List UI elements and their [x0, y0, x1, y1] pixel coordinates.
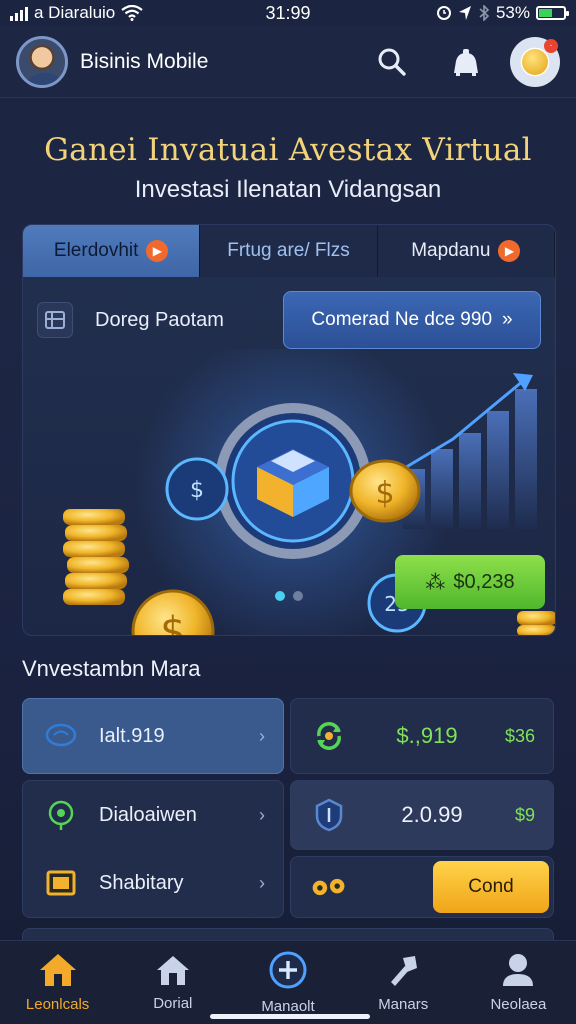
nav-label: Manaolt — [261, 998, 315, 1015]
stat-card[interactable]: 2.0.99 $9 — [290, 780, 554, 850]
chevron-right-icon: › — [259, 725, 265, 746]
alarm-icon — [436, 6, 451, 20]
coin-top-right: $ — [349, 459, 421, 523]
rewards-button[interactable]: · — [510, 36, 560, 87]
price-button[interactable]: ⁂ $0,238 — [395, 555, 545, 609]
cta-label: Comerad Ne dce 990 — [311, 309, 493, 330]
signal-icon — [10, 5, 28, 21]
refresh-icon — [309, 716, 349, 756]
section-title: Vnvestambn Mara — [22, 656, 201, 681]
tab-0[interactable]: Elerdovhit ▶ — [23, 225, 201, 277]
gears-icon — [309, 867, 349, 907]
nav-label: Manars — [378, 996, 429, 1013]
double-chevron-icon: » — [502, 309, 513, 330]
nav-label: Leonlcals — [25, 996, 90, 1013]
price-prefix: ⁂ — [425, 571, 446, 594]
arrow-right-icon: ▶ — [146, 240, 169, 262]
badge-coin-1: $ — [165, 457, 229, 521]
search-icon — [378, 48, 406, 76]
house-icon — [156, 956, 189, 985]
search-button[interactable] — [372, 42, 412, 82]
coin-stack-left — [63, 509, 129, 605]
list-item-label: Shabitary — [99, 871, 184, 894]
carousel-dot-active[interactable] — [275, 591, 285, 601]
person-icon — [503, 954, 534, 986]
action-card: Cond — [290, 856, 554, 918]
status-bar: a Diaraluio 31:99 53% — [0, 0, 576, 26]
stat-value: $.,919 — [396, 723, 458, 748]
hero-subtitle: Investasi Ilenatan Vidangsan — [134, 176, 442, 203]
list-item[interactable]: Shabitary › — [23, 849, 283, 917]
notification-dot: · — [544, 38, 558, 53]
app-header: Bisinis Mobile · — [0, 26, 576, 98]
battery-percent: 53% — [495, 3, 530, 22]
bluetooth-icon — [479, 5, 490, 21]
arrow-right-icon: ▶ — [498, 240, 521, 262]
shield-icon — [309, 795, 349, 835]
chat-icon — [41, 716, 81, 756]
chevron-right-icon: › — [259, 804, 265, 825]
nav-item-home[interactable]: Leonlcals — [0, 941, 115, 1024]
list-item-primary[interactable]: Ialt.919 › — [22, 698, 284, 774]
chevron-right-icon: › — [259, 872, 265, 893]
nav-item-manars[interactable]: Manars — [346, 941, 461, 1024]
tab-2[interactable]: Mapdanu ▶ — [377, 225, 555, 277]
tab-label: Frtug are/ Flzs — [227, 240, 350, 261]
investment-card: Elerdovhit ▶ Frtug are/ Flzs Mapdanu ▶ D… — [22, 224, 556, 636]
list-item-label: Ialt.919 — [99, 724, 165, 747]
tab-1[interactable]: Frtug are/ Flzs — [200, 225, 378, 277]
nav-item-dorial[interactable]: Dorial — [115, 941, 230, 1024]
card-header-row: Doreg Paotam Comerad Ne dce 990 » — [37, 291, 541, 349]
card-label: Doreg Paotam — [95, 308, 224, 331]
target-icon — [41, 795, 81, 835]
stat-secondary: $9 — [514, 804, 535, 825]
continue-button[interactable]: Cond — [433, 861, 549, 913]
gear-emblem — [215, 403, 371, 559]
wifi-icon — [121, 5, 143, 21]
carrier-label: a Diaraluio — [34, 3, 116, 22]
document-icon — [37, 302, 73, 338]
hero-title: Ganei Invatuai Avestax Virtual — [44, 132, 532, 168]
bottom-nav: Leonlcals Dorial Manaolt Manars Neolaea — [0, 940, 576, 1024]
tool-icon — [391, 956, 418, 986]
carousel-dot[interactable] — [293, 591, 303, 601]
status-left: a Diaraluio — [10, 3, 143, 23]
location-icon — [458, 6, 471, 20]
home-icon — [39, 954, 76, 986]
tab-bar: Elerdovhit ▶ Frtug are/ Flzs Mapdanu ▶ — [23, 225, 555, 277]
carousel-dots[interactable] — [275, 591, 303, 601]
stat-secondary: $36 — [504, 725, 535, 746]
tab-label: Mapdanu — [411, 240, 491, 261]
nav-label: Neolaea — [490, 996, 547, 1013]
app-name: Bisinis Mobile — [80, 49, 209, 73]
app-screen: a Diaraluio 31:99 53% Bisinis Mobile · G… — [0, 0, 576, 1024]
nav-item-add[interactable]: Manaolt — [230, 941, 345, 1024]
svg-text:$: $ — [190, 478, 204, 503]
coin-stack-right — [517, 611, 555, 635]
wallet-icon — [41, 863, 81, 903]
stat-value: 2.0.99 — [401, 802, 463, 827]
avatar[interactable] — [16, 35, 68, 88]
svg-text:$: $ — [160, 609, 185, 636]
home-indicator[interactable] — [210, 1014, 370, 1019]
coin-icon — [522, 48, 548, 75]
cta-button[interactable]: Comerad Ne dce 990 » — [283, 291, 541, 349]
svg-text:$: $ — [375, 476, 394, 511]
list-item[interactable]: Dialoaiwen › — [23, 781, 283, 849]
bell-icon — [454, 48, 478, 76]
nav-item-profile[interactable]: Neolaea — [461, 941, 576, 1024]
tab-label: Elerdovhit — [53, 240, 139, 261]
list-item-label: Dialoaiwen — [99, 803, 197, 826]
plus-circle-icon — [269, 951, 307, 989]
stat-card[interactable]: $.,919 $36 — [290, 698, 554, 774]
nav-label: Dorial — [153, 995, 193, 1012]
list-group: Dialoaiwen › Shabitary › — [22, 780, 284, 918]
notification-button[interactable] — [446, 42, 486, 82]
status-right: 53% — [436, 3, 569, 23]
battery-icon — [536, 6, 569, 20]
price-value: $0,238 — [453, 570, 515, 593]
